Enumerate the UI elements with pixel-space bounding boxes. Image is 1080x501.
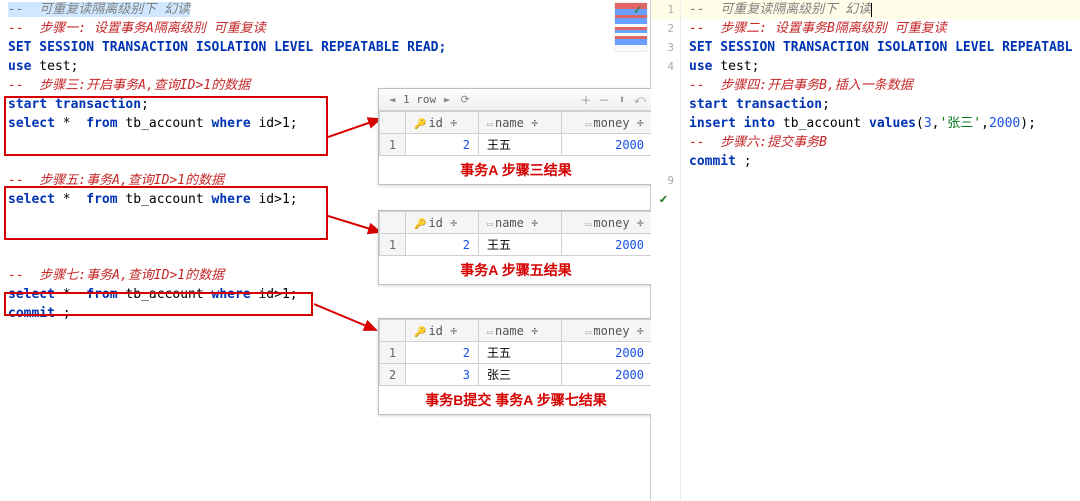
row-count: 1 row	[403, 93, 436, 106]
sql-set-session: SET SESSION TRANSACTION ISOLATION LEVEL …	[8, 40, 446, 55]
step3-comment: -- 步骤三:开启事务A,查询ID>1的数据	[8, 78, 250, 93]
add-row-icon[interactable]: ＋	[579, 93, 593, 107]
refresh-icon[interactable]: ⟳	[458, 93, 472, 107]
remove-row-icon[interactable]: －	[597, 93, 611, 107]
text-cursor	[871, 3, 872, 17]
result-table: 🔑id ÷▭name ÷▭money ÷ 12王五2000	[379, 211, 653, 256]
redbox-step5	[4, 186, 328, 240]
revert-icon[interactable]: ⤺	[633, 93, 647, 107]
sql-use: use	[8, 59, 31, 74]
redbox-step7	[4, 292, 313, 316]
step1-comment: -- 步骤一: 设置事务A隔离级别 可重复读	[8, 21, 266, 36]
result-caption: 事务B提交 事务A 步骤七结果	[379, 386, 653, 414]
result-panel-step3: ◄ 1 row ► ⟳ ＋ － ⬆ ⤺ 🔑id ÷▭name ÷▭money ÷…	[378, 88, 654, 185]
result-toolbar[interactable]: ◄ 1 row ► ⟳ ＋ － ⬆ ⤺	[379, 89, 653, 111]
title-comment: -- 可重复读隔离级别下 幻读	[8, 2, 190, 17]
table-row: 23张三2000	[380, 364, 653, 386]
code-lines-right[interactable]: -- 可重复读隔离级别下 幻读 -- 步骤二: 设置事务B隔离级别 可重复读 S…	[681, 0, 1080, 171]
step4-comment: -- 步骤四:开启事务B,插入一条数据	[689, 78, 913, 93]
table-row: 12王五2000	[380, 342, 653, 364]
result-caption: 事务A 步骤三结果	[379, 156, 653, 184]
result-panel-step7: 🔑id ÷▭name ÷▭money ÷ 12王五2000 23张三2000 事…	[378, 318, 654, 415]
result-table: 🔑id ÷▭name ÷▭money ÷ 12王五2000 23张三2000	[379, 319, 653, 386]
title-comment: -- 可重复读隔离级别下 幻读	[689, 2, 871, 17]
editor-pane-left[interactable]: ✓ -- 可重复读隔离级别下 幻读 -- 步骤一: 设置事务A隔离级别 可重复读…	[0, 0, 651, 501]
next-page-icon[interactable]: ►	[440, 93, 454, 107]
check-icon: ✓	[660, 192, 668, 207]
table-row: 12王五2000	[380, 134, 653, 156]
sql-set-session: SET SESSION TRANSACTION ISOLATION LEVEL …	[689, 40, 1073, 55]
result-table: 🔑id ÷▭name ÷▭money ÷ 12王五2000	[379, 111, 653, 156]
table-row: 12王五2000	[380, 234, 653, 256]
commit-icon[interactable]: ⬆	[615, 93, 629, 107]
result-caption: 事务A 步骤五结果	[379, 256, 653, 284]
redbox-step3	[4, 96, 328, 156]
prev-page-icon[interactable]: ◄	[385, 93, 399, 107]
step7-comment: -- 步骤七:事务A,查询ID>1的数据	[8, 268, 224, 283]
step2-comment: -- 步骤二: 设置事务B隔离级别 可重复读	[689, 21, 947, 36]
result-panel-step5: 🔑id ÷▭name ÷▭money ÷ 12王五2000 事务A 步骤五结果	[378, 210, 654, 285]
line-gutter: 1 2 3 4 9	[651, 0, 681, 501]
editor-pane-right[interactable]: 1 2 3 4 9 ✓ -- 可重复读隔离级别下 幻读 -- 步骤二: 设置事务…	[651, 0, 1080, 501]
step6-comment: -- 步骤六:提交事务B	[689, 135, 827, 150]
